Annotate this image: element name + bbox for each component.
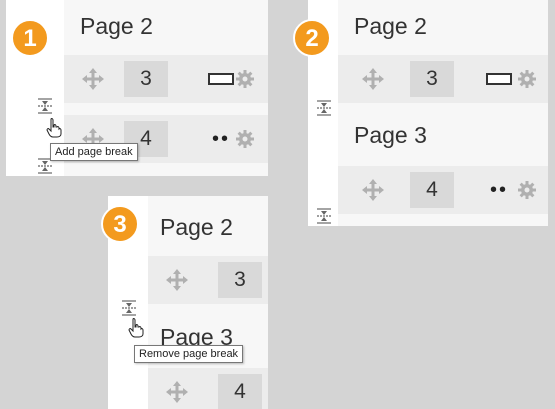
question-row: 4 •• — [338, 166, 548, 214]
move-icon[interactable] — [362, 179, 384, 201]
question-row: 3 — [64, 55, 268, 103]
question-number: 3 — [124, 61, 168, 97]
page-break-icon[interactable] — [317, 100, 331, 116]
dots-icon: •• — [212, 128, 231, 150]
page-title: Page 2 — [160, 214, 233, 240]
page-title: Page 3 — [354, 122, 427, 148]
page-break-icon[interactable] — [317, 208, 331, 224]
badge-step-1: 1 — [11, 19, 49, 57]
page-title: Page 2 — [354, 13, 427, 39]
question-number: 3 — [218, 262, 262, 298]
badge-number: 2 — [305, 25, 318, 52]
page-content: Page 2 3 Page 3 4 — [148, 196, 268, 409]
badge-number: 3 — [113, 211, 126, 238]
box-icon — [208, 73, 234, 85]
move-icon[interactable] — [166, 269, 188, 291]
gear-icon[interactable] — [518, 181, 536, 199]
question-number: 4 — [218, 374, 262, 409]
hand-cursor-icon — [128, 318, 144, 338]
page-title: Page 2 — [80, 13, 153, 39]
badge-step-2: 2 — [293, 19, 331, 57]
panel-step-2: Page 2 3 Page 3 4 •• — [308, 0, 548, 226]
question-row: 3 — [338, 55, 548, 103]
badge-number: 1 — [23, 25, 36, 52]
box-icon — [486, 73, 512, 85]
gear-icon[interactable] — [236, 130, 254, 148]
gear-icon[interactable] — [518, 70, 536, 88]
badge-step-3: 3 — [101, 205, 139, 243]
tooltip: Add page break — [50, 143, 138, 161]
question-row: 4 — [148, 368, 268, 409]
move-icon[interactable] — [166, 381, 188, 403]
dots-icon: •• — [490, 179, 509, 201]
hand-cursor-icon — [46, 118, 62, 138]
question-number: 4 — [410, 172, 454, 208]
page-content: Page 2 3 Page 3 4 •• — [338, 0, 548, 226]
move-icon[interactable] — [82, 68, 104, 90]
gear-icon[interactable] — [236, 70, 254, 88]
page-break-icon[interactable] — [122, 300, 136, 316]
page-break-icon[interactable] — [38, 98, 52, 114]
question-row: 3 — [148, 256, 268, 304]
tooltip: Remove page break — [134, 345, 244, 363]
question-number: 3 — [410, 61, 454, 97]
move-icon[interactable] — [362, 68, 384, 90]
